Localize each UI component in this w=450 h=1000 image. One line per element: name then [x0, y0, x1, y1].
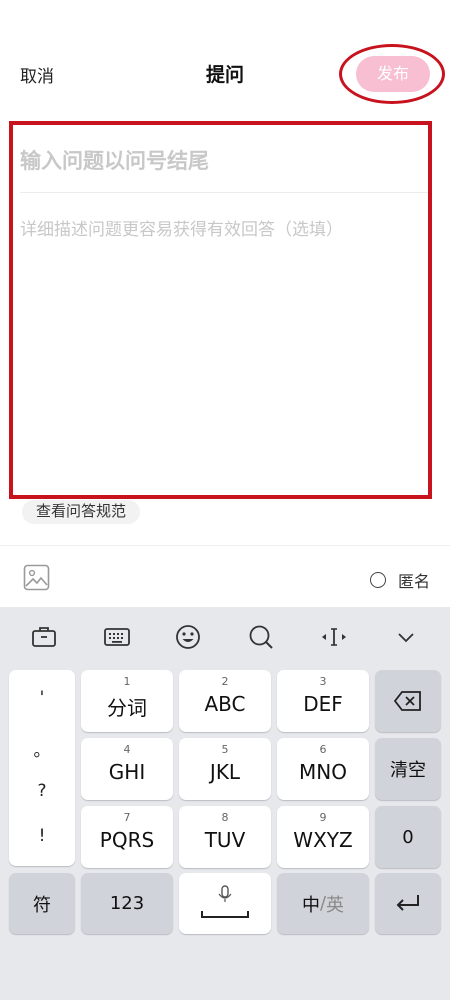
language-switch-key[interactable]: 中 / 英 [277, 873, 369, 934]
question-description-input[interactable]: 详细描述问题更容易获得有效回答（选填） [20, 215, 343, 240]
microphone-icon [201, 885, 249, 918]
key-4[interactable]: 4 GHI [81, 738, 173, 800]
view-rules-link[interactable]: 查看问答规范 [22, 500, 141, 524]
question-editor: 输入问题以问号结尾 详细描述问题更容易获得有效回答（选填） [9, 121, 432, 499]
briefcase-icon[interactable] [30, 623, 58, 651]
anonymous-label: 匿名 [397, 572, 430, 591]
anonymous-toggle[interactable]: 匿名 [369, 568, 430, 592]
space-key[interactable] [179, 873, 271, 934]
image-icon[interactable] [23, 564, 50, 591]
cursor-icon[interactable] [320, 623, 348, 651]
punct-apostrophe[interactable]: ' [9, 688, 75, 708]
punct-question[interactable]: ? [9, 781, 75, 801]
key-2[interactable]: 2 ABC [179, 670, 271, 732]
publish-button[interactable]: 发布 [356, 56, 430, 92]
divider [20, 192, 428, 193]
key-1[interactable]: 1 分词 [81, 670, 173, 732]
collapse-icon[interactable] [392, 623, 420, 651]
keyboard-toolbar [0, 607, 450, 665]
compose-toolbar: 匿名 [0, 545, 450, 607]
key-7[interactable]: 7 PQRS [81, 806, 173, 868]
punct-exclamation[interactable]: ! [9, 826, 75, 846]
search-icon[interactable] [247, 623, 275, 651]
key-8[interactable]: 8 TUV [179, 806, 271, 868]
clear-key[interactable]: 清空 [375, 738, 441, 800]
key-5[interactable]: 5 JKL [179, 738, 271, 800]
numbers-key[interactable]: 123 [81, 873, 173, 934]
key-6[interactable]: 6 MNO [277, 738, 369, 800]
key-9[interactable]: 9 WXYZ [277, 806, 369, 868]
key-3[interactable]: 3 DEF [277, 670, 369, 732]
top-bar: 取消 提问 发布 [0, 0, 450, 110]
backspace-key[interactable] [375, 670, 441, 732]
symbols-key[interactable]: 符 [9, 873, 75, 934]
question-title-input[interactable]: 输入问题以问号结尾 [20, 145, 209, 175]
punctuation-key-column[interactable]: ' 。 ? ! [9, 670, 75, 866]
keyboard: ' 。 ? ! 1 分词 2 ABC 3 DEF 4 GHI 5 JKL 6 M… [0, 607, 450, 1000]
radio-icon [369, 572, 386, 588]
keyboard-icon[interactable] [103, 623, 131, 651]
enter-key[interactable] [375, 873, 441, 934]
punct-period[interactable]: 。 [9, 736, 75, 761]
emoji-icon[interactable] [174, 623, 202, 651]
enter-icon [396, 895, 419, 911]
zero-key[interactable]: 0 [375, 806, 441, 868]
backspace-icon [393, 691, 421, 711]
